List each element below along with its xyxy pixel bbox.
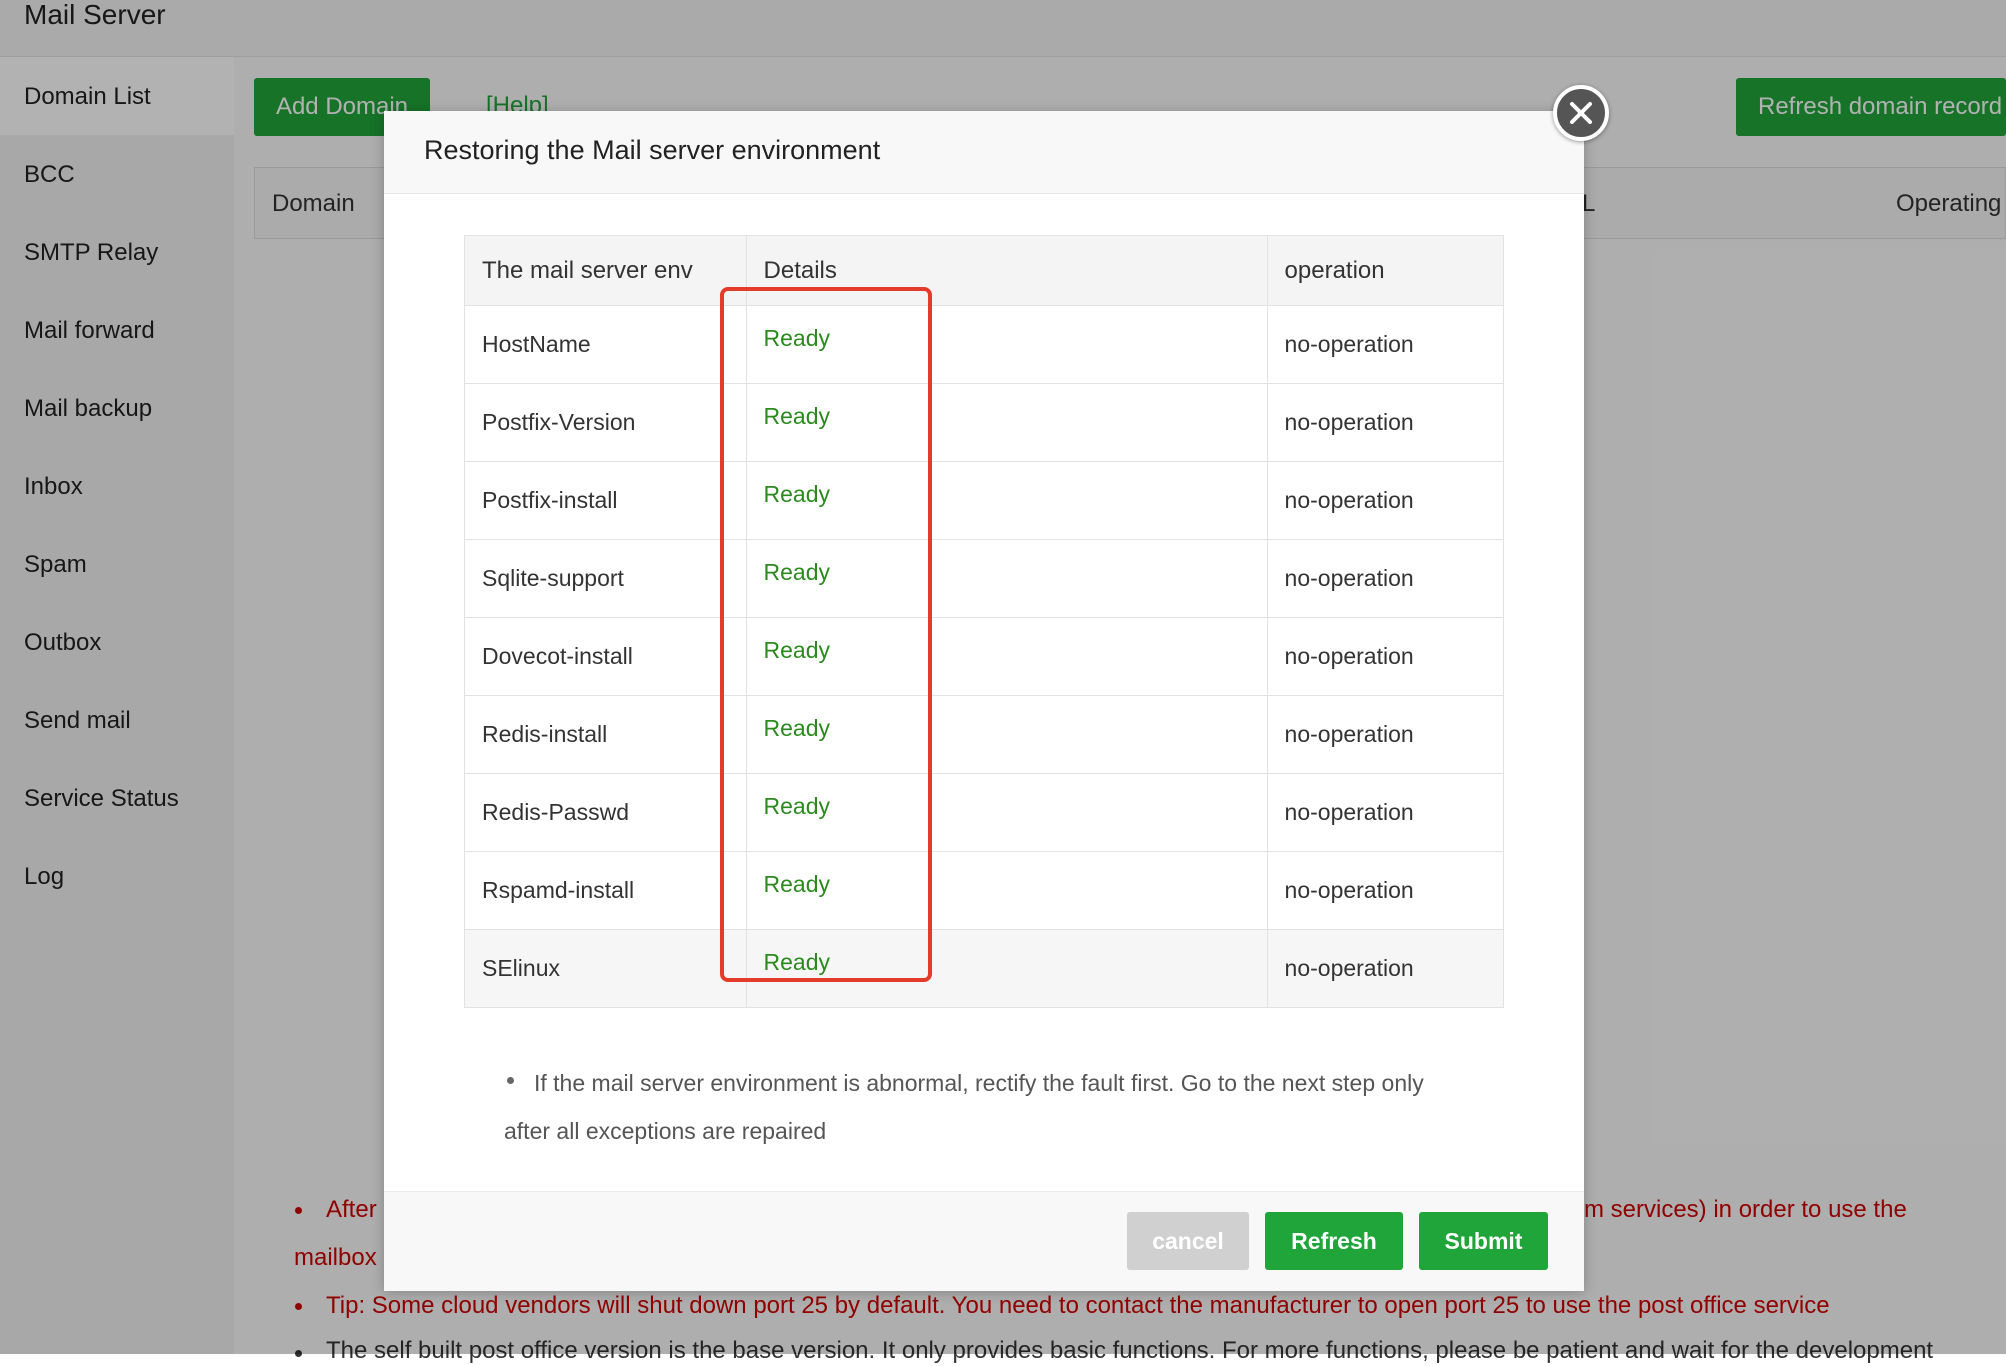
table-row: Sqlite-support Ready no-operation [464, 539, 1505, 618]
details-column-header: Details [745, 235, 1268, 306]
dialog-header: Restoring the Mail server environment [384, 111, 1584, 194]
operation-cell: no-operation [1266, 383, 1505, 462]
table-row: SElinux Ready no-operation [464, 929, 1505, 1008]
table-row: Redis-install Ready no-operation [464, 695, 1505, 774]
env-name-cell: Postfix-install [464, 461, 747, 540]
submit-button[interactable]: Submit [1419, 1212, 1548, 1270]
table-header-row: The mail server env Details operation [464, 235, 1505, 306]
details-status-cell: Ready [745, 851, 1268, 930]
close-button[interactable] [1553, 85, 1609, 141]
env-status-table: The mail server env Details operation Ho… [464, 235, 1505, 1008]
env-name-cell: Postfix-Version [464, 383, 747, 462]
operation-cell: no-operation [1266, 773, 1505, 852]
env-note: If the mail server environment is abnorm… [504, 1059, 1464, 1155]
env-name-cell: Sqlite-support [464, 539, 747, 618]
env-name-cell: HostName [464, 305, 747, 384]
env-note-text: If the mail server environment is abnorm… [504, 1070, 1424, 1144]
dialog-footer [384, 1191, 1584, 1291]
details-status-cell: Ready [745, 773, 1268, 852]
operation-cell: no-operation [1266, 929, 1505, 1008]
env-name-cell: Redis-Passwd [464, 773, 747, 852]
env-name-cell: SElinux [464, 929, 747, 1008]
close-icon [1570, 102, 1592, 124]
details-status-cell: Ready [745, 929, 1268, 1008]
operation-cell: no-operation [1266, 539, 1505, 618]
details-status-cell: Ready [745, 617, 1268, 696]
details-status-cell: Ready [745, 383, 1268, 462]
env-name-cell: Dovecot-install [464, 617, 747, 696]
details-status-cell: Ready [745, 539, 1268, 618]
env-name-cell: Redis-install [464, 695, 747, 774]
operation-cell: no-operation [1266, 695, 1505, 774]
operation-cell: no-operation [1266, 461, 1505, 540]
env-column-header: The mail server env [464, 235, 747, 306]
table-row: Redis-Passwd Ready no-operation [464, 773, 1505, 852]
table-row: Postfix-Version Ready no-operation [464, 383, 1505, 462]
table-row: Postfix-install Ready no-operation [464, 461, 1505, 540]
details-status-cell: Ready [745, 461, 1268, 540]
operation-cell: no-operation [1266, 851, 1505, 930]
details-status-cell: Ready [745, 695, 1268, 774]
table-row: HostName Ready no-operation [464, 305, 1505, 384]
dialog-title: Restoring the Mail server environment [424, 135, 881, 165]
table-row: Dovecot-install Ready no-operation [464, 617, 1505, 696]
operation-cell: no-operation [1266, 617, 1505, 696]
refresh-button[interactable]: Refresh [1265, 1212, 1403, 1270]
env-name-cell: Rspamd-install [464, 851, 747, 930]
details-status-cell: Ready [745, 305, 1268, 384]
cancel-button[interactable]: cancel [1127, 1212, 1249, 1270]
operation-column-header: operation [1266, 235, 1505, 306]
operation-cell: no-operation [1266, 305, 1505, 384]
table-row: Rspamd-install Ready no-operation [464, 851, 1505, 930]
restore-env-dialog: Restoring the Mail server environment Th… [384, 111, 1584, 1291]
